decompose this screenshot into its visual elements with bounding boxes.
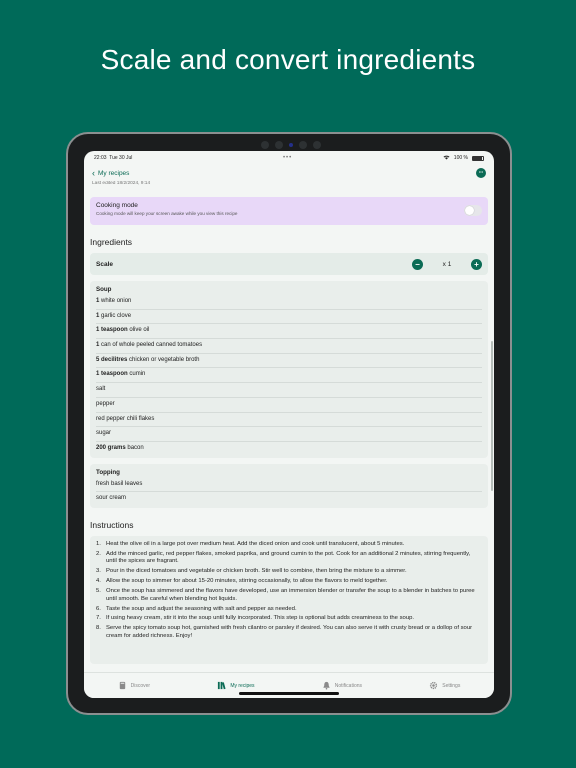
ingredient-item: 200 grams bacon [96,444,144,451]
instructions-list: 1. Heat the olive oil in a large pot over… [90,535,488,664]
cooking-mode-card: Cooking mode Cooking mode will keep your… [90,197,488,225]
chevron-left-icon: ‹ [92,167,95,178]
ingredient-item: 5 decilitres chicken or vegetable broth [96,354,482,369]
battery-icon [471,155,484,161]
instructions-title: Instructions [90,519,134,530]
ellipsis-icon: ••• [478,169,484,174]
instruction-step: 4. Allow the soup to simmer for about 15-… [96,578,388,585]
status-date: Tue 30 Jul [109,155,133,161]
more-options-button[interactable]: ••• [476,168,486,178]
tab-my-recipes[interactable]: My recipes [217,681,255,690]
multitask-dots[interactable]: ••• [283,155,292,161]
cooking-mode-toggle[interactable] [464,205,482,216]
battery-percent: 100 % [453,155,468,161]
ingredient-item: sour cream [96,495,127,502]
ingredient-group-title: Topping [96,468,120,476]
instruction-step: 1. Heat the olive oil in a large pot over… [96,540,405,547]
app-screen: 22:03 Tue 30 Jul ••• 100 % ‹ My recipes … [84,151,494,698]
home-indicator[interactable] [239,692,339,695]
gear-icon [430,681,438,690]
ingredient-item: salt [96,383,482,398]
wifi-icon [443,155,450,162]
tab-settings[interactable]: Settings [429,681,460,690]
scale-increase-button[interactable]: + [471,258,482,270]
books-icon [218,681,226,690]
status-bar: 22:03 Tue 30 Jul ••• 100 % [84,151,494,165]
instruction-step: 6. Taste the soup and adjust the seasonin… [96,605,297,612]
ingredient-item: sugar [96,427,482,442]
ingredient-item: 1 white onion [96,295,482,310]
scrollbar[interactable] [491,341,493,491]
cooking-mode-title: Cooking mode [96,202,138,209]
plus-icon: + [474,259,479,269]
tab-discover[interactable]: Discover [118,681,150,690]
status-time: 22:03 [94,155,107,161]
phone-book-icon [119,681,125,690]
back-label: My recipes [98,169,130,177]
ingredient-item: 1 garlic clove [96,310,482,325]
ingredients-title: Ingredients [90,237,133,247]
ingredient-group-title: Soup [96,286,112,293]
instruction-step: 7. If using heavy cream, stir it into the… [96,615,415,622]
back-button[interactable]: ‹ My recipes [92,167,130,178]
headline: Scale and convert ingredients [100,44,476,75]
cooking-mode-description: Cooking mode will keep your screen awake… [96,211,238,216]
ingredient-group-topping: Topping fresh basil leaves sour cream [90,463,488,508]
ingredient-item: fresh basil leaves [96,478,482,493]
ingredient-item: 1 teaspoon olive oil [96,324,482,340]
scale-value: x 1 [442,260,452,268]
ingredient-group-soup: Soup 1 white onion 1 garlic clove 1 teas… [90,281,488,458]
ingredient-item: pepper [96,398,482,413]
tab-notifications[interactable]: Notifications [322,681,362,690]
scale-decrease-button[interactable]: − [412,258,423,270]
last-edited-text: Last edited 18/2/2024, 9:14 [92,181,151,186]
minus-icon: − [415,259,420,269]
scale-label: Scale [96,260,113,268]
ingredient-item: 1 teaspoon cumin [96,368,482,384]
instruction-step: 8. Serve the spicy tomato soup hot, garni… [96,625,473,639]
instruction-step: 2. Add the minced garlic, red pepper flak… [96,550,471,565]
scale-row: Scale − x 1 + [90,253,488,275]
camera-bar [256,140,326,150]
bell-icon [323,681,330,690]
ingredient-item: 1 can of whole peeled canned tomatoes [96,339,482,354]
navigation-bar: ‹ My recipes ••• [84,165,494,181]
ingredient-item: red pepper chili flakes [96,413,482,428]
ipad-frame: 22:03 Tue 30 Jul ••• 100 % ‹ My recipes … [66,132,512,715]
instruction-step: 5. Once the soup has simmered and the fla… [96,588,475,602]
instruction-step: 3. Pour in the diced tomatoes and vegetab… [96,568,407,575]
